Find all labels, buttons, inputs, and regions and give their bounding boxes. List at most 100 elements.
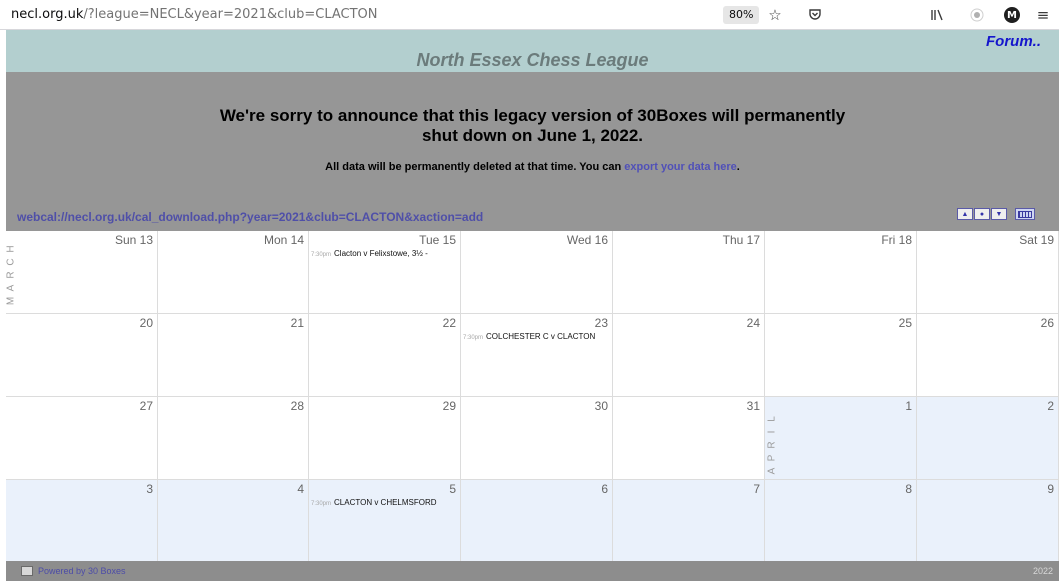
calendar-day-cell[interactable]: 24 bbox=[613, 314, 765, 396]
notice-heading-line-2: shut down on June 1, 2022. bbox=[421, 126, 644, 145]
day-number: 26 bbox=[1040, 316, 1054, 330]
event-time: 7:30pm bbox=[311, 501, 332, 507]
day-number: 3 bbox=[146, 482, 153, 496]
library-icon[interactable] bbox=[927, 5, 947, 25]
event-title: Clacton v Felixstowe, 3½ - bbox=[334, 249, 428, 258]
calendar-controls: ▲ ● ▼ bbox=[957, 208, 1036, 220]
notice-body-suffix: . bbox=[736, 161, 740, 173]
calendar-day-cell[interactable]: 2 bbox=[917, 397, 1059, 479]
event-title: CLACTON v CHELMSFORD bbox=[334, 498, 437, 507]
extension-icon[interactable] bbox=[967, 5, 987, 25]
day-number: 1 bbox=[905, 399, 912, 413]
calendar-day-cell[interactable]: 26 bbox=[917, 314, 1059, 396]
calendar-day-cell[interactable]: 28 bbox=[158, 397, 309, 479]
calendar-day-cell[interactable]: 23 7:30pm COLCHESTER C v CLACTON bbox=[461, 314, 613, 396]
pocket-icon[interactable] bbox=[805, 5, 825, 25]
shutdown-notice: We're sorry to announce that this legacy… bbox=[6, 72, 1059, 231]
calendar-event[interactable]: 7:30pm CLACTON v CHELMSFORD bbox=[311, 498, 437, 507]
day-number: 5 bbox=[449, 482, 456, 496]
calendar-day-cell[interactable]: 4 bbox=[158, 480, 309, 562]
day-number: 8 bbox=[905, 482, 912, 496]
calendar-footer: Powered by 30 Boxes 2022 bbox=[6, 561, 1059, 581]
powered-by-link[interactable]: Powered by 30 Boxes bbox=[38, 566, 126, 576]
calendar-day-cell[interactable]: Thu 17 bbox=[613, 231, 765, 313]
day-number: Mon 14 bbox=[263, 233, 304, 247]
page-content: North Essex Chess League Forum.. We're s… bbox=[6, 30, 1059, 581]
30boxes-logo-icon bbox=[21, 566, 33, 576]
url-path: /?league=NECL&year=2021&club=CLACTON bbox=[83, 7, 378, 22]
calendar-grid: H C R A M Sun 13 Mon 14 Tue 15 7:30pm Clacton v F… bbox=[6, 231, 1059, 563]
calendar-day-cell[interactable]: 7 bbox=[613, 480, 765, 562]
day-number: 2 bbox=[1047, 399, 1054, 413]
site-header: North Essex Chess League Forum.. bbox=[6, 30, 1059, 72]
calendar-view-icon[interactable] bbox=[1015, 208, 1035, 220]
calendar-day-cell[interactable]: Sat 19 bbox=[917, 231, 1059, 313]
calendar-week-row: 20 21 22 23 7:30pm COLCHESTER C v CLACTON 24 25… bbox=[6, 314, 1059, 397]
calendar-day-cell[interactable]: 22 bbox=[309, 314, 461, 396]
day-number: 27 bbox=[139, 399, 153, 413]
day-number: 20 bbox=[139, 316, 153, 330]
calendar-week-row: 3 4 5 7:30pm CLACTON v CHELMSFORD 6 7 8 9 bbox=[6, 480, 1059, 563]
notice-heading-line-1: We're sorry to announce that this legacy… bbox=[219, 106, 846, 125]
previous-week-button[interactable]: ▲ bbox=[957, 208, 973, 220]
calendar-day-cell[interactable]: 25 bbox=[765, 314, 917, 396]
browser-toolbar: necl.org.uk/?league=NECL&year=2021&club=… bbox=[0, 0, 1059, 30]
event-title: COLCHESTER C v CLACTON bbox=[486, 332, 596, 341]
day-number: 25 bbox=[898, 316, 912, 330]
footer-year: 2022 bbox=[1032, 566, 1053, 576]
account-icon[interactable]: M bbox=[1002, 5, 1022, 25]
day-number: 9 bbox=[1047, 482, 1054, 496]
calendar-event[interactable]: 7:30pm Clacton v Felixstowe, 3½ - bbox=[311, 249, 428, 258]
calendar-week-row: H C R A M Sun 13 Mon 14 Tue 15 7:30pm Clacton v F… bbox=[6, 231, 1059, 314]
calendar-day-cell[interactable]: 6 bbox=[461, 480, 613, 562]
zoom-level-badge[interactable]: 80% bbox=[723, 6, 760, 24]
day-number: 21 bbox=[290, 316, 304, 330]
day-number: 30 bbox=[594, 399, 608, 413]
calendar-day-cell[interactable]: Mon 14 bbox=[158, 231, 309, 313]
calendar-day-cell[interactable]: 21 bbox=[158, 314, 309, 396]
calendar-day-cell[interactable]: Wed 16 bbox=[461, 231, 613, 313]
calendar-day-cell[interactable]: 20 bbox=[6, 314, 158, 396]
day-number: 24 bbox=[746, 316, 760, 330]
calendar-day-cell[interactable]: 1 LIRPA bbox=[765, 397, 917, 479]
calendar-day-cell[interactable]: 27 bbox=[6, 397, 158, 479]
day-number: Fri 18 bbox=[881, 233, 912, 247]
day-number: Tue 15 bbox=[419, 233, 456, 247]
calendar-day-cell[interactable]: 30 bbox=[461, 397, 613, 479]
calendar-day-cell[interactable]: 5 7:30pm CLACTON v CHELMSFORD bbox=[309, 480, 461, 562]
calendar-day-cell[interactable]: 9 bbox=[917, 480, 1059, 562]
calendar-event[interactable]: 7:30pm COLCHESTER C v CLACTON bbox=[463, 332, 595, 341]
day-number: 22 bbox=[442, 316, 456, 330]
calendar-day-cell[interactable]: 3 bbox=[6, 480, 158, 562]
export-data-link[interactable]: export your data here bbox=[624, 161, 736, 173]
next-week-button[interactable]: ▼ bbox=[991, 208, 1007, 220]
calendar-day-cell[interactable]: 29 bbox=[309, 397, 461, 479]
calendar-day-cell[interactable]: 31 bbox=[613, 397, 765, 479]
calendar-week-row: 27 28 29 30 31 1 L I R P A 2 bbox=[6, 397, 1059, 480]
calendar-day-cell[interactable]: Tue 15 7:30pm Clacton v Felixstowe, 3½ - bbox=[309, 231, 461, 313]
month-label: LIRPA bbox=[766, 413, 778, 475]
site-title: North Essex Chess League bbox=[416, 50, 649, 70]
bookmark-star-icon[interactable]: ☆ bbox=[765, 5, 785, 25]
event-time: 7:30pm bbox=[311, 252, 332, 258]
webcal-subscribe-link[interactable]: webcal://necl.org.uk/cal_download.php?ye… bbox=[17, 210, 483, 224]
calendar-day-cell[interactable]: Fri 18 bbox=[765, 231, 917, 313]
today-button[interactable]: ● bbox=[974, 208, 990, 220]
address-bar[interactable]: necl.org.uk/?league=NECL&year=2021&club=… bbox=[11, 7, 378, 22]
calendar-day-cell[interactable]: 8 bbox=[765, 480, 917, 562]
day-number: 4 bbox=[297, 482, 304, 496]
calendar-day-cell[interactable]: Sun 13 bbox=[6, 231, 158, 313]
menu-icon[interactable]: ≡ bbox=[1033, 5, 1053, 25]
event-time: 7:30pm bbox=[463, 335, 484, 341]
day-number: 29 bbox=[442, 399, 456, 413]
url-host: necl.org.uk bbox=[11, 7, 84, 22]
day-number: 28 bbox=[290, 399, 304, 413]
day-number: Sat 19 bbox=[1019, 233, 1054, 247]
day-number: Thu 17 bbox=[722, 233, 760, 247]
day-number: 31 bbox=[746, 399, 760, 413]
notice-heading: We're sorry to announce that this legacy… bbox=[6, 106, 1059, 146]
day-number: 23 bbox=[594, 316, 608, 330]
notice-body: All data will be permanently deleted at … bbox=[6, 161, 1059, 173]
forum-link[interactable]: Forum.. bbox=[986, 33, 1041, 50]
day-number: 6 bbox=[601, 482, 608, 496]
